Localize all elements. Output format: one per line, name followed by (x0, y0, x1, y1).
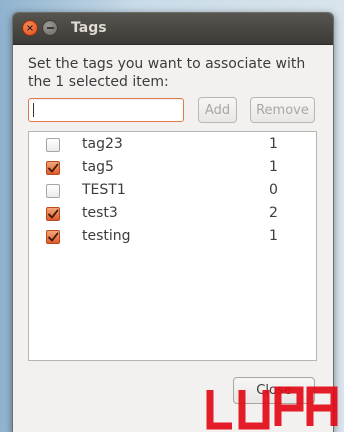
tag-count: 1 (269, 159, 278, 175)
tag-count: 1 (269, 136, 278, 152)
checkmark-icon (48, 209, 59, 219)
instruction-text: Set the tags you want to associate with … (28, 56, 306, 90)
lupa-watermark-logo (206, 386, 338, 430)
tag-checkbox[interactable] (46, 138, 60, 152)
window-title: Tags (71, 20, 107, 36)
tag-input[interactable] (28, 98, 184, 122)
text-caret (33, 103, 34, 117)
tag-row[interactable]: tag23 1 (29, 134, 316, 157)
checkmark-icon (48, 232, 59, 242)
checkmark-icon (48, 163, 59, 173)
tag-name: tag5 (82, 159, 114, 175)
minimize-icon (46, 27, 54, 29)
tag-checkbox[interactable] (46, 230, 60, 244)
tag-count: 2 (269, 205, 278, 221)
tag-row[interactable]: test3 2 (29, 203, 316, 226)
tag-row[interactable]: tag5 1 (29, 157, 316, 180)
tag-row[interactable]: testing 1 (29, 226, 316, 249)
tag-count: 0 (269, 182, 278, 198)
tag-name: tag23 (82, 136, 123, 152)
window-close-button[interactable]: × (22, 20, 38, 36)
window-minimize-button[interactable] (42, 20, 58, 36)
tag-count: 1 (269, 228, 278, 244)
tag-checkbox[interactable] (46, 207, 60, 221)
close-icon: × (25, 22, 35, 34)
tag-row[interactable]: TEST1 0 (29, 180, 316, 203)
tag-name: test3 (82, 205, 118, 221)
titlebar: × Tags (13, 13, 333, 45)
tag-checkbox[interactable] (46, 184, 60, 198)
tag-name: TEST1 (82, 182, 126, 198)
tag-name: testing (82, 228, 131, 244)
tag-list: tag23 1 tag5 1 TEST1 0 test3 2 testing 1 (28, 131, 317, 361)
tags-dialog: × Tags Set the tags you want to associat… (12, 12, 334, 432)
add-button[interactable]: Add (198, 97, 237, 123)
tag-checkbox[interactable] (46, 161, 60, 175)
remove-button[interactable]: Remove (250, 97, 315, 123)
